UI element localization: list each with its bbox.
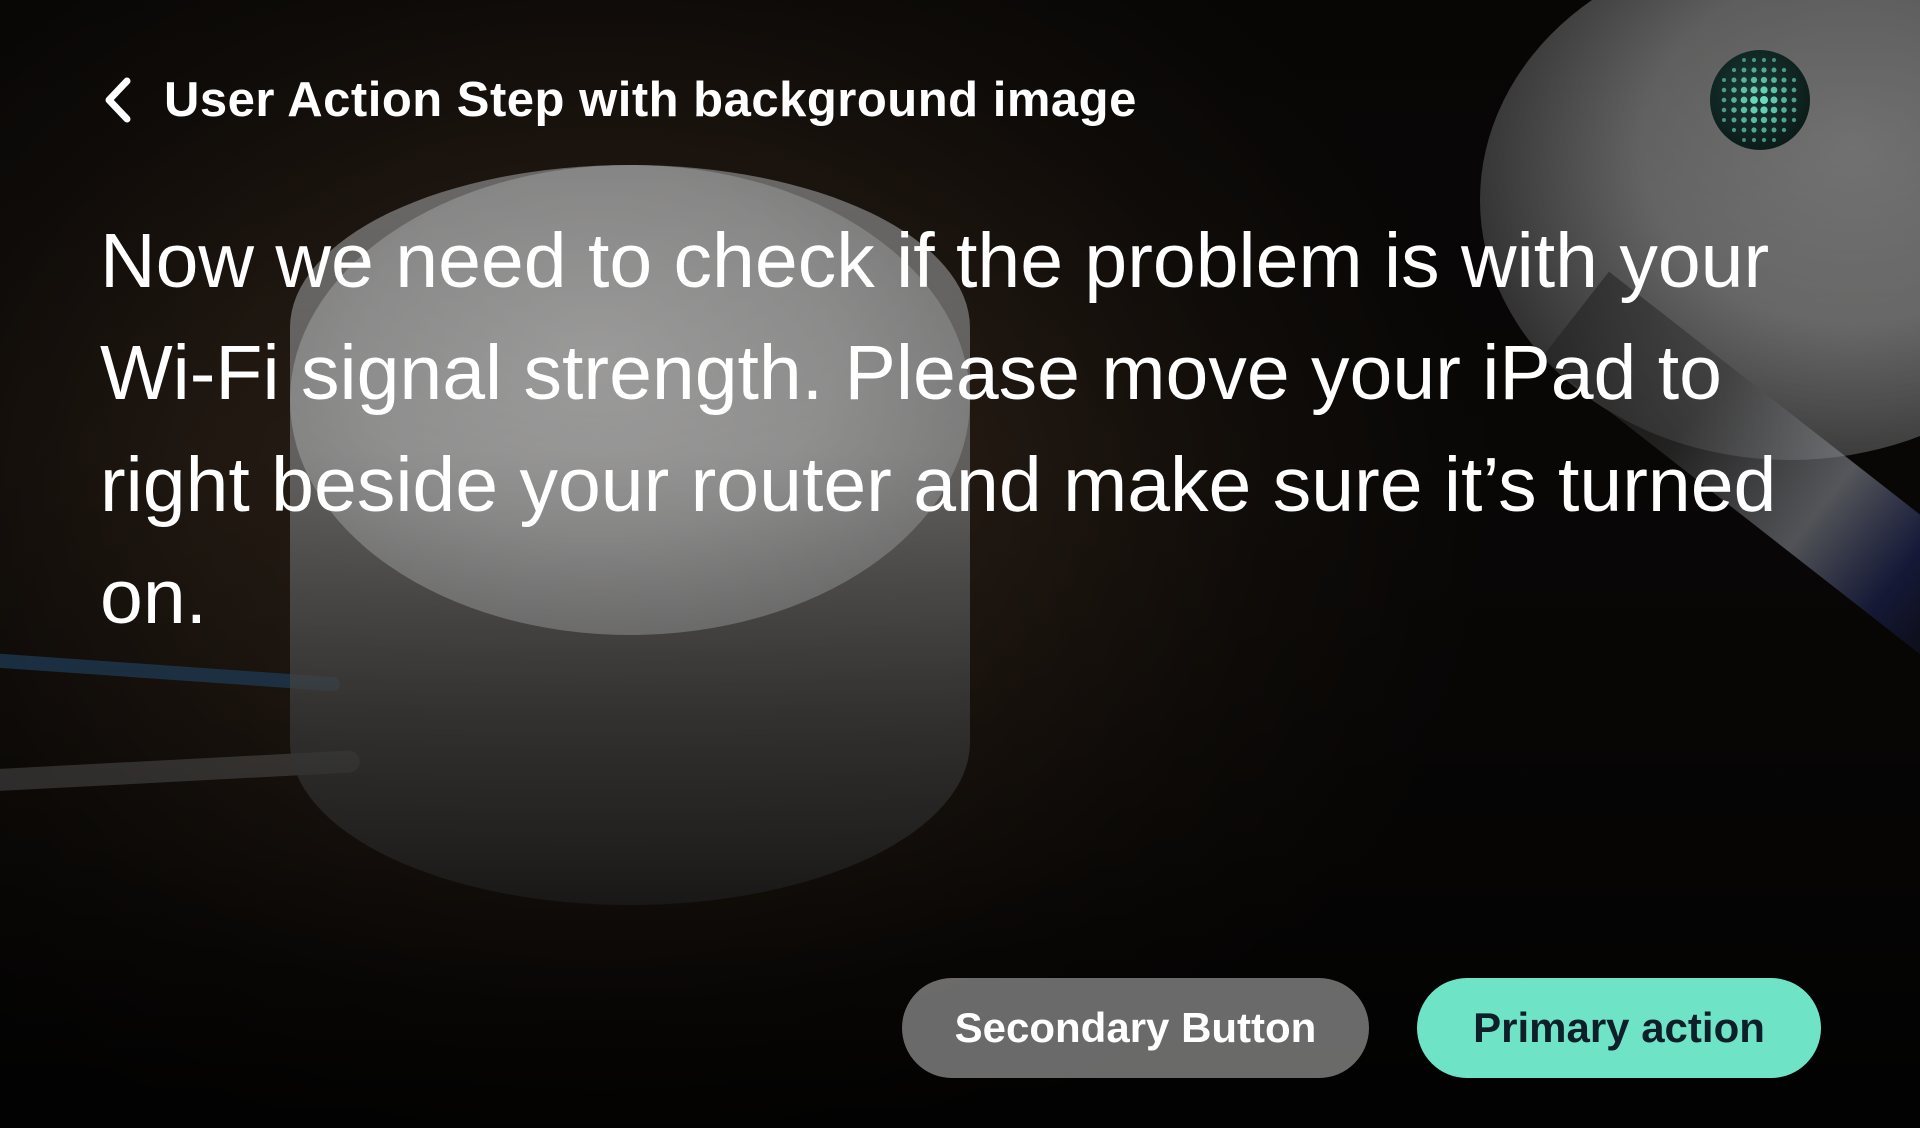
orb-dot <box>1791 107 1797 113</box>
orb-dot <box>1740 96 1748 104</box>
orb-dot <box>1761 127 1767 133</box>
orb-dot <box>1731 97 1737 103</box>
orb-dot <box>1760 96 1768 104</box>
orb-dot <box>1731 127 1737 133</box>
orb-dot <box>1771 127 1777 133</box>
orb-dot <box>1741 67 1747 73</box>
orb-dot <box>1751 57 1757 63</box>
orb-dot <box>1771 117 1777 123</box>
orb-dot <box>1791 117 1797 123</box>
orb-dot <box>1761 137 1767 143</box>
orb-dot <box>1740 106 1748 114</box>
back-button[interactable] <box>100 76 136 124</box>
orb-dot <box>1781 77 1787 83</box>
orb-dot <box>1731 117 1737 123</box>
orb-dot <box>1770 96 1778 104</box>
orb-dot <box>1731 87 1737 93</box>
orb-dot <box>1770 86 1778 94</box>
action-bar: Secondary Button Primary action <box>902 978 1821 1078</box>
orb-dot <box>1760 106 1768 114</box>
primary-action-button[interactable]: Primary action <box>1417 978 1821 1078</box>
orb-dot <box>1750 106 1758 114</box>
orb-dot <box>1751 127 1757 133</box>
orb-dot <box>1731 77 1737 83</box>
orb-dot <box>1781 107 1787 113</box>
orb-dot <box>1750 76 1758 84</box>
orb-dot <box>1751 137 1757 143</box>
orb-dot <box>1721 87 1727 93</box>
chevron-left-icon <box>105 77 131 123</box>
orb-dot <box>1731 107 1737 113</box>
orb-dot <box>1721 77 1727 83</box>
orb-dot <box>1771 67 1777 73</box>
orb-dot <box>1760 116 1768 124</box>
assistant-orb-icon[interactable] <box>1710 50 1810 150</box>
orb-dot <box>1772 58 1776 62</box>
orb-dot <box>1742 138 1746 142</box>
orb-dot <box>1750 96 1758 104</box>
orb-dot <box>1760 86 1768 94</box>
screen: User Action Step with background image N… <box>0 0 1920 1128</box>
orb-dot <box>1771 77 1777 83</box>
orb-dot <box>1781 97 1787 103</box>
orb-dot <box>1731 67 1737 73</box>
orb-dot <box>1791 87 1797 93</box>
orb-dot <box>1721 117 1727 123</box>
orb-dot <box>1761 67 1767 73</box>
orb-dot <box>1751 67 1757 73</box>
orb-dot <box>1740 86 1748 94</box>
orb-dot <box>1770 106 1778 114</box>
header: User Action Step with background image <box>100 70 1137 130</box>
orb-dot <box>1742 58 1746 62</box>
orb-dot <box>1721 97 1727 103</box>
orb-dot <box>1781 67 1787 73</box>
orb-dot <box>1791 97 1797 103</box>
orb-dot <box>1781 117 1787 123</box>
orb-dot <box>1761 57 1767 63</box>
orb-dot <box>1741 117 1747 123</box>
assistant-orb-dots <box>1721 57 1797 143</box>
orb-dot <box>1741 127 1747 133</box>
page-title: User Action Step with background image <box>164 73 1137 127</box>
orb-dot <box>1772 138 1776 142</box>
orb-dot <box>1721 107 1727 113</box>
secondary-button[interactable]: Secondary Button <box>902 978 1369 1078</box>
orb-dot <box>1741 77 1747 83</box>
orb-dot <box>1781 127 1787 133</box>
instruction-message: Now we need to check if the problem is w… <box>100 218 1777 640</box>
orb-dot <box>1781 87 1787 93</box>
orb-dot <box>1760 76 1768 84</box>
orb-dot <box>1750 86 1758 94</box>
orb-dot <box>1791 77 1797 83</box>
orb-dot <box>1750 116 1758 124</box>
